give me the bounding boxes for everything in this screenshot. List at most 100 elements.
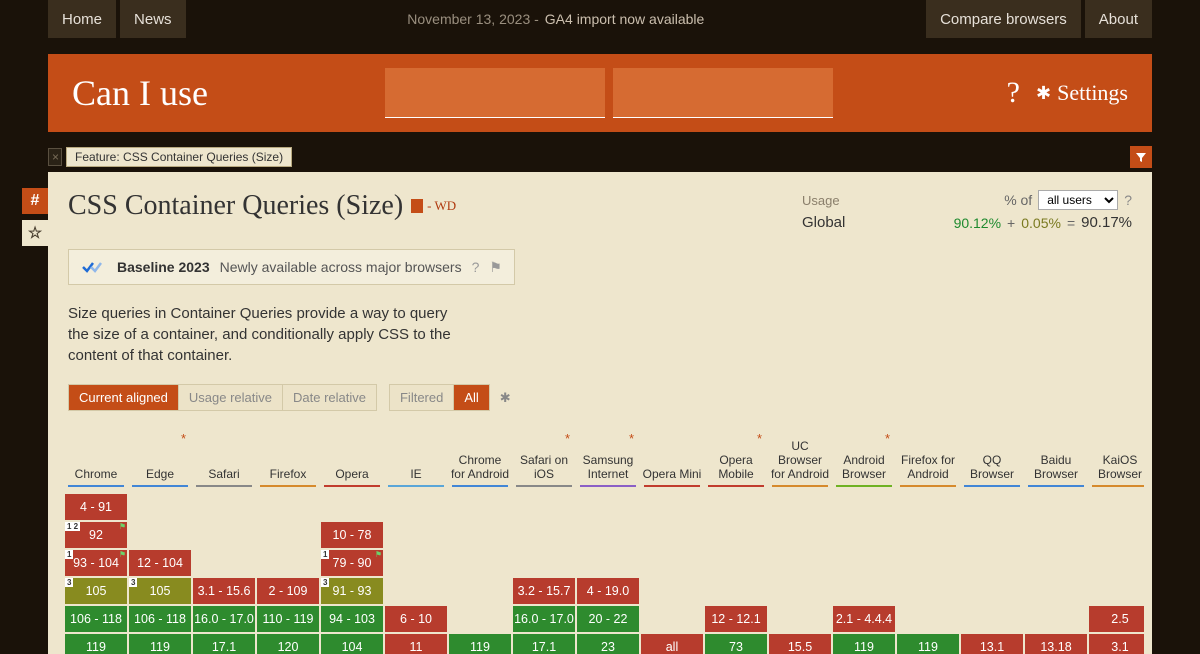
version-cell[interactable]: 20 - 22: [577, 606, 639, 632]
version-cell[interactable]: 3.1: [1089, 634, 1144, 654]
nav-announcement[interactable]: November 13, 2023 - GA4 import now avail…: [186, 0, 927, 38]
cell-version: 17.1: [212, 640, 236, 654]
version-cell[interactable]: 94 - 103: [321, 606, 383, 632]
browser-header-omini[interactable]: Opera Mini: [640, 431, 704, 487]
version-cell[interactable]: 120: [257, 634, 319, 654]
version-cell[interactable]: 2.5: [1089, 606, 1144, 632]
version-cell[interactable]: 13.1: [961, 634, 1023, 654]
browser-name: Opera Mobile: [706, 453, 766, 481]
version-cell[interactable]: 15.5: [769, 634, 831, 654]
version-cell[interactable]: 110 - 119: [257, 606, 319, 632]
browser-header-firefox[interactable]: Firefox: [256, 431, 320, 487]
star-icon[interactable]: ☆: [22, 220, 48, 246]
search-help[interactable]: ?: [1007, 76, 1020, 110]
version-cell[interactable]: 73: [705, 634, 767, 654]
filter-icon[interactable]: [1130, 146, 1152, 168]
browser-header-kai[interactable]: KaiOS Browser: [1088, 431, 1144, 487]
version-cell[interactable]: 12 - 104: [129, 550, 191, 576]
version-cell[interactable]: 119: [833, 634, 895, 654]
permalink-icon[interactable]: #: [22, 188, 48, 214]
browser-header-abr[interactable]: *Android Browser: [832, 431, 896, 487]
version-cell[interactable]: all: [641, 634, 703, 654]
version-cell[interactable]: 17.1: [193, 634, 255, 654]
usage-help[interactable]: ?: [1124, 192, 1132, 208]
cell-version: 16.0 - 17.0: [514, 612, 574, 626]
breadcrumb-close[interactable]: ×: [48, 148, 62, 166]
browser-header-baidu[interactable]: Baidu Browser: [1024, 431, 1088, 487]
browser-header-omob[interactable]: * Opera Mobile: [704, 431, 768, 487]
browser-header-qq[interactable]: QQ Browser: [960, 431, 1024, 487]
version-cell[interactable]: 2 - 109: [257, 578, 319, 604]
version-cell[interactable]: 119: [449, 634, 511, 654]
version-cell[interactable]: 13.18: [1025, 634, 1087, 654]
version-cell[interactable]: 11: [385, 634, 447, 654]
cell-version: 6 - 10: [400, 612, 432, 626]
tab-date-relative[interactable]: Date relative: [283, 385, 376, 410]
feature-card: # ☆ CSS Container Queries (Size) - WD Us…: [48, 172, 1152, 654]
version-cell[interactable]: 119: [129, 634, 191, 654]
browser-header-ffa[interactable]: Firefox for Android: [896, 431, 960, 487]
version-cell[interactable]: 23: [577, 634, 639, 654]
eq-sign: =: [1067, 215, 1075, 231]
version-cell[interactable]: 4 - 91: [65, 494, 127, 520]
empty-cell: [385, 578, 447, 604]
version-cell[interactable]: 106 - 118: [65, 606, 127, 632]
cell-flag-icon: ⚑: [119, 550, 126, 559]
version-cell[interactable]: 1 2⚑92: [65, 522, 127, 548]
browser-header-sam[interactable]: *Samsung Internet: [576, 431, 640, 487]
browser-header-uc[interactable]: UC Browser for Android: [768, 431, 832, 487]
version-cell[interactable]: 391 - 93: [321, 578, 383, 604]
nav-about[interactable]: About: [1085, 0, 1152, 38]
browser-header-sios[interactable]: *Safari on iOS: [512, 431, 576, 487]
version-cell[interactable]: 2.1 - 4.4.4: [833, 606, 895, 632]
cell-version: 17.1: [532, 640, 556, 654]
empty-cell: [897, 606, 959, 632]
version-cell[interactable]: 1⚑93 - 104: [65, 550, 127, 576]
browser-header-safari[interactable]: Safari: [192, 431, 256, 487]
version-cell[interactable]: 3105: [65, 578, 127, 604]
browser-header-ie[interactable]: IE: [384, 431, 448, 487]
usage-scope-select[interactable]: all users: [1038, 190, 1118, 210]
empty-cell: [321, 494, 383, 520]
baseline-help-icon[interactable]: ?: [472, 259, 480, 275]
spec-badge[interactable]: - WD: [411, 198, 456, 214]
cell-version: 2.1 - 4.4.4: [836, 612, 892, 626]
browser-header-opera[interactable]: Opera: [320, 431, 384, 487]
version-cell[interactable]: 106 - 118: [129, 606, 191, 632]
browser-header-edge[interactable]: *Edge: [128, 431, 192, 487]
version-cell[interactable]: 16.0 - 17.0: [193, 606, 255, 632]
browser-header-cra[interactable]: Chrome for Android: [448, 431, 512, 487]
version-cell[interactable]: 3105: [129, 578, 191, 604]
breadcrumb-chip[interactable]: Feature: CSS Container Queries (Size): [66, 147, 292, 167]
version-cell[interactable]: 10 - 78: [321, 522, 383, 548]
note-star-icon: *: [757, 431, 762, 446]
browser-header-chrome[interactable]: Chrome: [64, 431, 128, 487]
search-input-1[interactable]: [385, 68, 605, 118]
version-cell[interactable]: 104: [321, 634, 383, 654]
baseline-flag-icon[interactable]: ⚑: [489, 259, 502, 276]
version-cell[interactable]: 6 - 10: [385, 606, 447, 632]
version-cell[interactable]: 4 - 19.0: [577, 578, 639, 604]
filter-filtered[interactable]: Filtered: [390, 385, 454, 410]
version-cell[interactable]: 17.1: [513, 634, 575, 654]
nav-compare[interactable]: Compare browsers: [926, 0, 1081, 38]
filter-all[interactable]: All: [454, 385, 488, 410]
search-input-2[interactable]: [613, 68, 833, 118]
version-cell[interactable]: 16.0 - 17.0: [513, 606, 575, 632]
baseline-title: Baseline 2023: [117, 259, 210, 275]
tab-usage-relative[interactable]: Usage relative: [179, 385, 283, 410]
version-cell[interactable]: 119: [65, 634, 127, 654]
nav-news[interactable]: News: [120, 0, 186, 38]
version-cell[interactable]: 3.2 - 15.7: [513, 578, 575, 604]
version-cell[interactable]: 3.1 - 15.6: [193, 578, 255, 604]
empty-cell: [385, 494, 447, 520]
version-cell[interactable]: 1⚑79 - 90: [321, 550, 383, 576]
nav-home[interactable]: Home: [48, 0, 116, 38]
cell-version: 15.5: [788, 640, 812, 654]
view-settings-icon[interactable]: ✱: [500, 390, 511, 406]
version-cell[interactable]: 12 - 12.1: [705, 606, 767, 632]
settings-link[interactable]: ✱ Settings: [1036, 80, 1128, 106]
tab-current-aligned[interactable]: Current aligned: [69, 385, 179, 410]
browser-name: Safari: [208, 467, 239, 481]
version-cell[interactable]: 119: [897, 634, 959, 654]
